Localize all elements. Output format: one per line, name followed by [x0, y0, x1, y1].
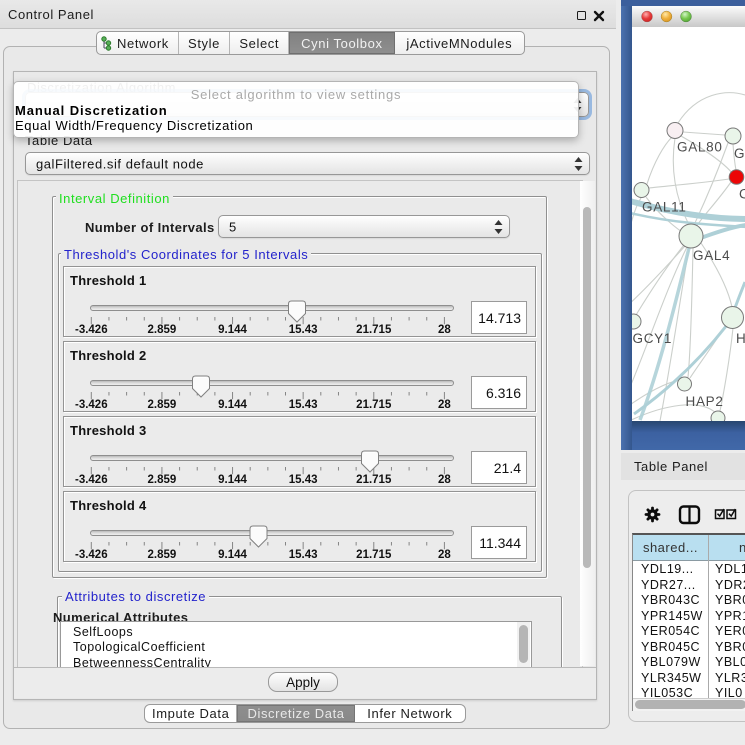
svg-text:GAL4: GAL4 — [693, 248, 730, 263]
svg-text:H: H — [736, 331, 745, 346]
svg-text:GAL80: GAL80 — [677, 140, 723, 155]
svg-text:GAL11: GAL11 — [642, 200, 687, 215]
svg-text:HAP2: HAP2 — [686, 394, 724, 409]
svg-text:C: C — [739, 187, 745, 202]
svg-text:GAL4: GAL4 — [734, 146, 745, 161]
svg-text:GCY1: GCY1 — [633, 331, 673, 346]
